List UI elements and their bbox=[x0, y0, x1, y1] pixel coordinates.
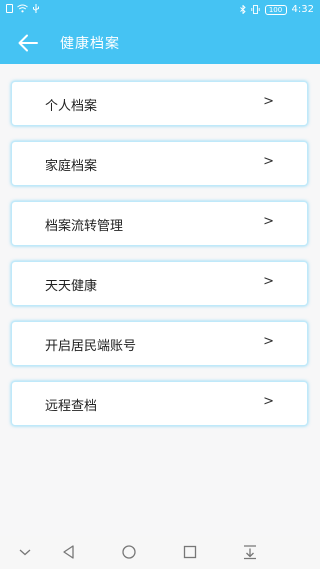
menu-list: 个人档案 > 家庭档案 > 档案流转管理 > 天天健康 > 开启居民端账号 > … bbox=[0, 64, 320, 536]
sim-icon bbox=[6, 4, 13, 13]
usb-icon bbox=[33, 4, 39, 13]
chevron-right-icon: > bbox=[263, 274, 274, 289]
menu-item-label: 档案流转管理 bbox=[45, 219, 124, 234]
arrow-left-icon[interactable] bbox=[16, 32, 40, 54]
status-bar: 100 4:32 bbox=[0, 0, 320, 22]
chevron-down-icon[interactable] bbox=[16, 544, 34, 560]
chevron-right-icon: > bbox=[263, 154, 274, 169]
menu-item-family-record[interactable]: 家庭档案 > bbox=[11, 141, 308, 186]
wifi-icon bbox=[17, 4, 28, 13]
menu-item-label: 开启居民端账号 bbox=[45, 339, 137, 354]
download-icon[interactable] bbox=[241, 544, 259, 560]
menu-item-label: 家庭档案 bbox=[45, 159, 98, 174]
menu-item-remote-lookup[interactable]: 远程查档 > bbox=[11, 381, 308, 426]
square-recents-icon[interactable] bbox=[181, 544, 199, 560]
menu-item-record-transfer[interactable]: 档案流转管理 > bbox=[11, 201, 308, 246]
system-navigation-bar bbox=[0, 536, 320, 569]
bluetooth-icon bbox=[239, 5, 246, 14]
vibrate-icon bbox=[250, 5, 260, 14]
navigation-bar: 健康档案 bbox=[0, 22, 320, 64]
menu-item-personal-record[interactable]: 个人档案 > bbox=[11, 81, 308, 126]
menu-item-label: 天天健康 bbox=[45, 279, 98, 294]
chevron-right-icon: > bbox=[263, 394, 274, 409]
menu-item-label: 个人档案 bbox=[45, 99, 98, 114]
triangle-back-icon[interactable] bbox=[60, 544, 78, 560]
chevron-right-icon: > bbox=[263, 334, 274, 349]
battery-icon: 100 bbox=[264, 4, 287, 15]
circle-home-icon[interactable] bbox=[120, 544, 138, 560]
chevron-right-icon: > bbox=[263, 94, 274, 109]
status-time: 4:32 bbox=[291, 4, 314, 15]
page-title: 健康档案 bbox=[60, 36, 120, 52]
chevron-right-icon: > bbox=[263, 214, 274, 229]
menu-item-label: 远程查档 bbox=[45, 399, 98, 414]
menu-item-daily-health[interactable]: 天天健康 > bbox=[11, 261, 308, 306]
menu-item-resident-account[interactable]: 开启居民端账号 > bbox=[11, 321, 308, 366]
